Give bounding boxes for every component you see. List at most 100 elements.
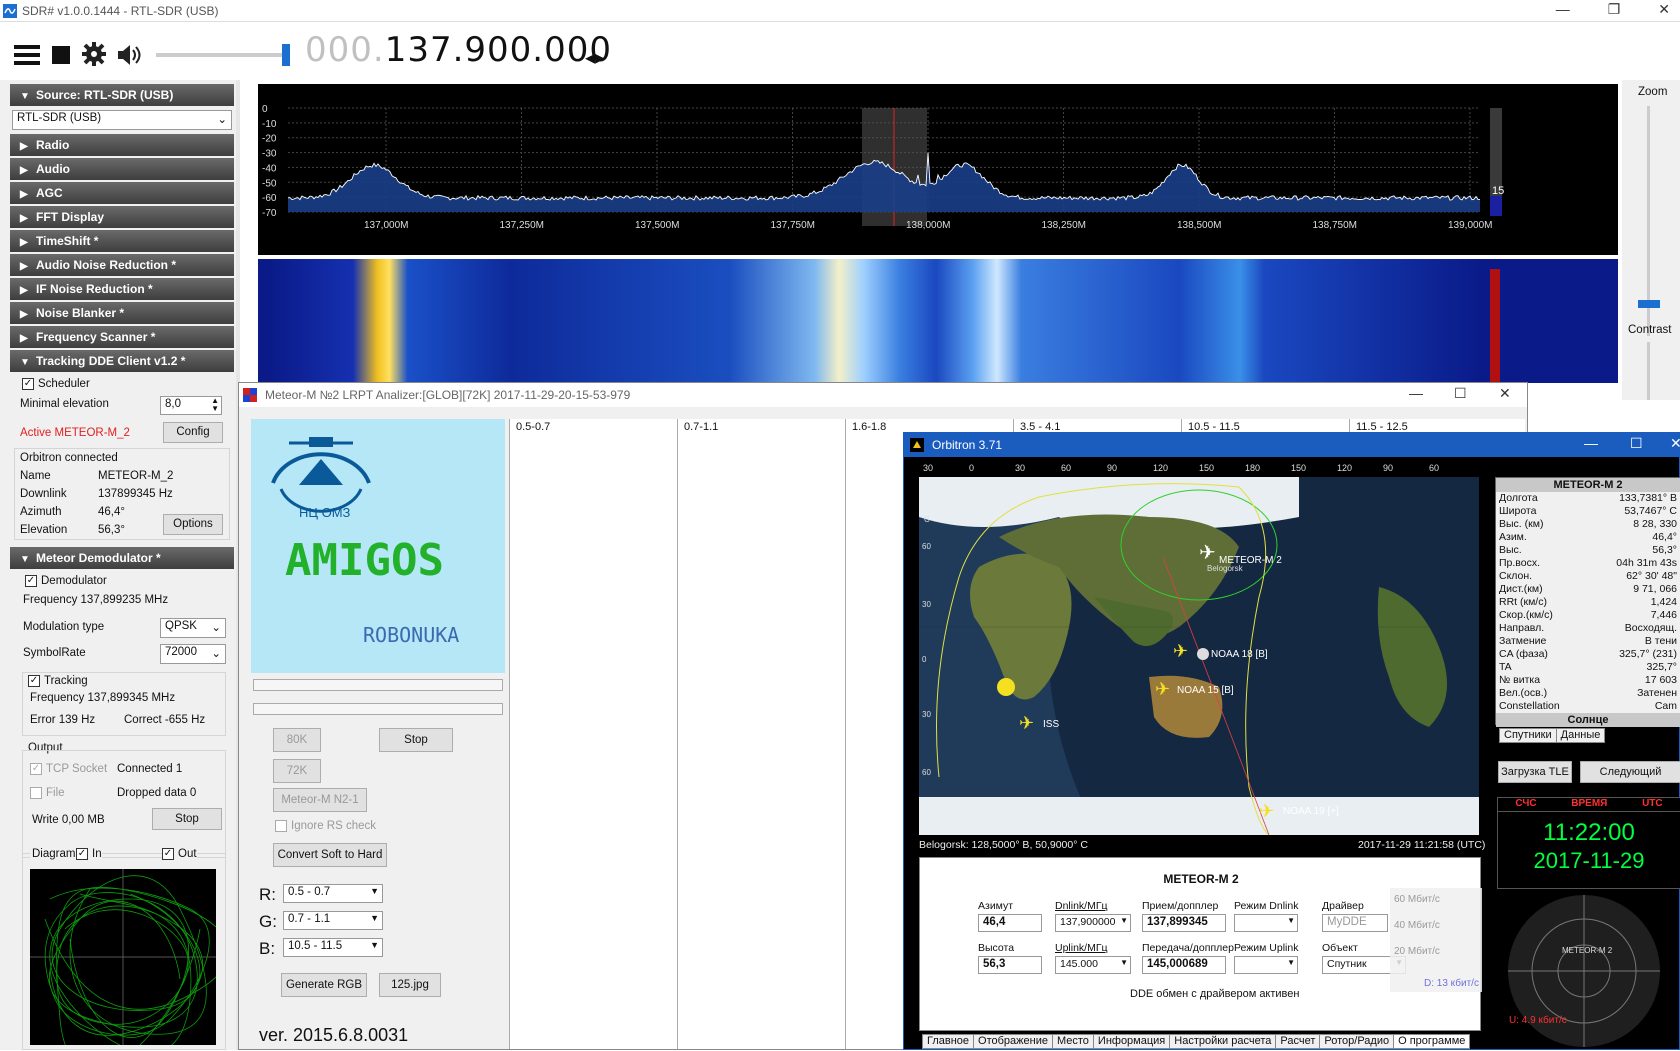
demodulator-checkbox[interactable]: ✓ Demodulator: [25, 575, 107, 587]
orbitron-minimize-icon[interactable]: —: [1584, 435, 1598, 451]
tab-main[interactable]: Главное: [922, 1034, 975, 1049]
next-button[interactable]: Следующий: [1580, 761, 1680, 783]
x-tick-label: 137,250M: [500, 220, 544, 231]
section-if-noise-reduction[interactable]: ▶ IF Noise Reduction *: [10, 278, 234, 300]
section-radio[interactable]: ▶ Radio: [10, 134, 234, 156]
constellation-diagram: [30, 869, 216, 1045]
tab-information[interactable]: Информация: [1092, 1034, 1171, 1049]
tracking-checkbox[interactable]: ✓ Tracking: [28, 675, 88, 687]
source-select[interactable]: RTL-SDR (USB) ⌄: [12, 110, 232, 130]
generate-rgb-button[interactable]: Generate RGB: [281, 973, 367, 997]
azimuth-label: Azimuth: [20, 506, 62, 518]
frequency-display[interactable]: 000.137.900.000: [305, 30, 612, 70]
gear-icon[interactable]: [82, 42, 106, 66]
section-agc[interactable]: ▶ AGC: [10, 182, 234, 204]
lrpt-close-icon[interactable]: ✕: [1499, 385, 1511, 402]
lrpt-minimize-icon[interactable]: —: [1409, 385, 1423, 401]
clock-date: 2017-11-29: [1533, 848, 1645, 873]
lrpt-maximize-icon[interactable]: ☐: [1454, 385, 1467, 402]
tab-calc-settings[interactable]: Настройки расчета: [1169, 1034, 1277, 1049]
dnlink-select[interactable]: 137,900000 ▼: [1055, 914, 1131, 932]
main-toolbar: 000.137.900.000 ◂▸: [0, 22, 1680, 80]
tx-doppler-field[interactable]: 145,000689: [1142, 956, 1226, 974]
section-fft-display[interactable]: ▶ FFT Display: [10, 206, 234, 228]
x-tick-label: 137,500M: [635, 220, 679, 231]
tab-rotor-radio[interactable]: Ротор/Радио: [1319, 1034, 1395, 1049]
info-row-key: Вел.(осв.): [1499, 687, 1548, 699]
volume-slider[interactable]: [156, 53, 286, 57]
section-frequency-scanner[interactable]: ▶ Frequency Scanner *: [10, 326, 234, 348]
b-channel-select[interactable]: 10.5 - 11.5 ▼: [283, 938, 383, 957]
orbitron-maximize-icon[interactable]: ☐: [1630, 435, 1643, 452]
jpg-file-button[interactable]: 125.jpg: [379, 973, 441, 997]
sun-row: Солнце: [1496, 713, 1680, 727]
y-tick-label: -40: [262, 163, 277, 174]
minimize-icon[interactable]: —: [1556, 1, 1570, 18]
section-tracking-dde[interactable]: ▼ Tracking DDE Client v1.2 *: [10, 350, 234, 372]
section-audio-noise-reduction[interactable]: ▶ Audio Noise Reduction *: [10, 254, 234, 276]
output-stop-button[interactable]: Stop: [152, 808, 222, 830]
scheduler-checkbox[interactable]: ✓ Scheduler: [22, 378, 90, 390]
tab-satellites[interactable]: Спутники: [1499, 728, 1557, 743]
dnlink-mode-select[interactable]: ▼: [1234, 914, 1298, 932]
stop-icon[interactable]: [52, 46, 70, 64]
elevation-field[interactable]: 56,3: [978, 956, 1042, 974]
config-button[interactable]: Config: [163, 422, 223, 443]
rx-doppler-field[interactable]: 137,899345: [1142, 914, 1226, 932]
y-tick-label: -20: [262, 134, 277, 145]
options-button[interactable]: Options: [163, 514, 223, 535]
amigos-text: AMIGOS: [285, 535, 444, 586]
driver-select[interactable]: MyDDE: [1322, 914, 1388, 932]
diagram-in-checkbox[interactable]: ✓ In: [76, 848, 102, 861]
file-checkbox[interactable]: File: [30, 787, 65, 799]
80k-button[interactable]: 80K: [273, 728, 321, 752]
symbolrate-select[interactable]: 72000 ⌄: [160, 644, 226, 664]
section-timeshift[interactable]: ▶ TimeShift *: [10, 230, 234, 252]
info-row: Широта 53,7467° С: [1496, 505, 1680, 518]
spectrum-analyzer[interactable]: 0 -10 -20 -30 -40 -50 -60 -70 137,000M 137,250M 13…: [258, 84, 1618, 255]
tab-display[interactable]: Отображение: [973, 1034, 1053, 1049]
zoom-thumb[interactable]: [1638, 300, 1660, 308]
g-channel-select[interactable]: 0.7 - 1.1 ▼: [283, 911, 383, 930]
convert-soft-hard-button[interactable]: Convert Soft to Hard: [273, 843, 387, 867]
r-channel-select[interactable]: 0.5 - 0.7 ▼: [283, 884, 383, 903]
contrast-slider[interactable]: [1647, 342, 1650, 400]
tune-arrows-icon[interactable]: ◂▸: [585, 45, 605, 70]
uplink-select[interactable]: 145.000 ▼: [1055, 956, 1131, 974]
meteor-n21-button[interactable]: Meteor-M N2-1: [273, 788, 367, 812]
diagram-out-checkbox[interactable]: ✓ Out: [162, 848, 197, 861]
ignore-rs-checkbox[interactable]: Ignore RS check: [275, 820, 376, 832]
menu-icon[interactable]: [14, 44, 40, 66]
orbitron-close-icon[interactable]: ✕: [1670, 435, 1680, 452]
waterfall-display[interactable]: [258, 259, 1618, 383]
section-meteor-demodulator[interactable]: ▼ Meteor Demodulator *: [10, 547, 234, 569]
tx-doppler-label: Передача/допплер: [1142, 942, 1234, 954]
azimuth-field[interactable]: 46,4: [978, 914, 1042, 932]
info-row-key: RRt (км/с): [1499, 596, 1547, 608]
restore-icon[interactable]: ❐: [1608, 1, 1621, 18]
section-audio[interactable]: ▶ Audio: [10, 158, 234, 180]
lrpt-stop-button[interactable]: Stop: [379, 728, 453, 752]
tab-about[interactable]: О программе: [1393, 1034, 1471, 1049]
modulation-select[interactable]: QPSK ⌄: [160, 618, 226, 638]
tab-location[interactable]: Место: [1051, 1034, 1094, 1049]
dde-panel: METEOR-M 2 Азимут 46,4 Dnlink/МГц 137,90…: [919, 857, 1482, 1031]
svg-text:60: 60: [922, 768, 931, 777]
tcp-socket-checkbox[interactable]: ✓ TCP Socket: [30, 763, 107, 775]
network-overlay: 60 Мбит/с 40 Мбит/с 20 Мбит/с D: 13 кбит…: [1390, 888, 1482, 992]
tab-calculation[interactable]: Расчет: [1275, 1034, 1321, 1049]
close-icon[interactable]: ✕: [1658, 1, 1670, 18]
source-header[interactable]: ▼ Source: RTL-SDR (USB): [10, 84, 234, 106]
info-row-key: Склон.: [1499, 570, 1533, 582]
dropped-value: Dropped data 0: [117, 787, 197, 799]
min-elevation-input[interactable]: 8,0 ▲ ▼: [160, 396, 222, 415]
volume-thumb[interactable]: [282, 44, 290, 66]
section-noise-blanker[interactable]: ▶ Noise Blanker *: [10, 302, 234, 324]
speaker-icon[interactable]: [116, 43, 142, 67]
uplink-mode-select[interactable]: ▼: [1234, 956, 1298, 974]
load-tle-button[interactable]: Загрузка TLE: [1498, 761, 1572, 783]
tab-data[interactable]: Данные: [1555, 728, 1606, 743]
info-row-value: В тени: [1644, 635, 1677, 647]
world-map[interactable]: С60 300 3060 ✈ METEOR-M 2Belogorsk ✈ NOAA …: [919, 477, 1479, 835]
72k-button[interactable]: 72K: [273, 759, 321, 783]
